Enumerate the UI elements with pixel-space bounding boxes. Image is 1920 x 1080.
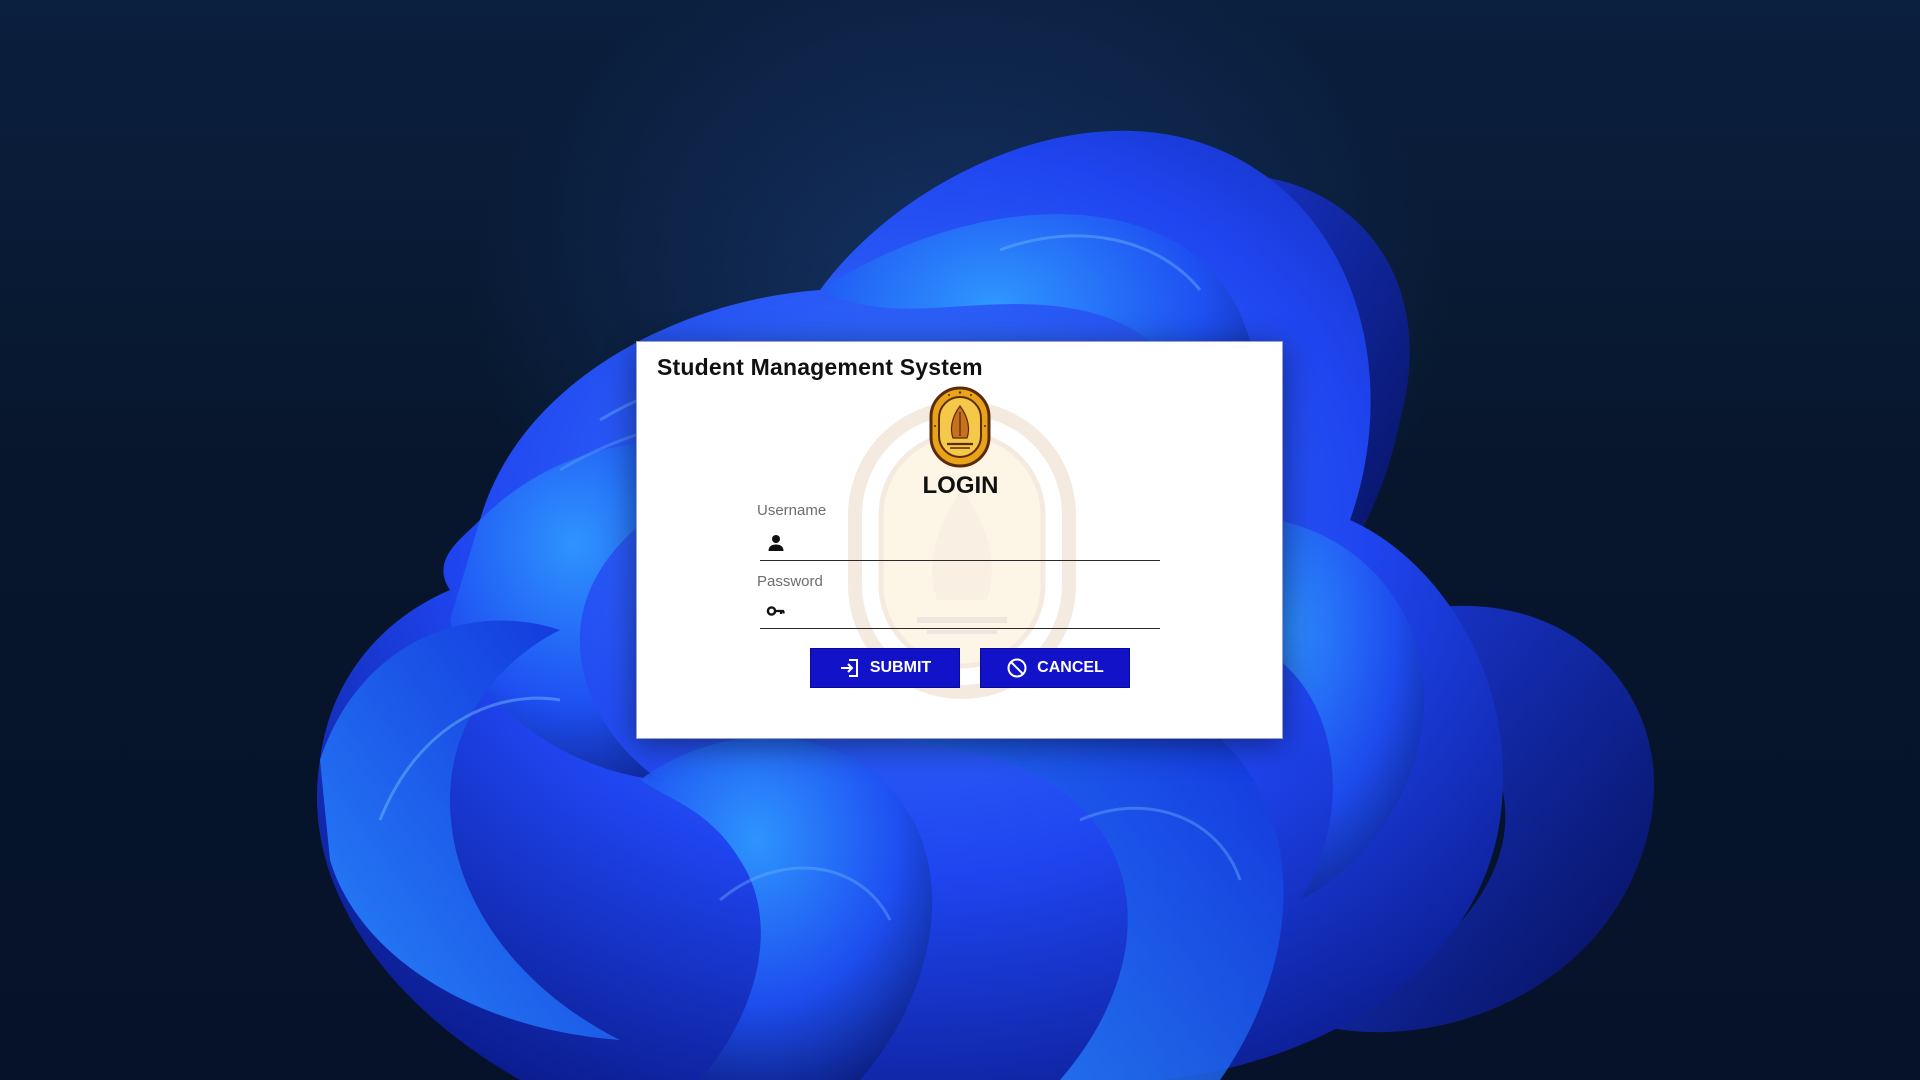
cancel-button[interactable]: CANCEL xyxy=(980,648,1130,688)
password-input[interactable] xyxy=(794,597,1158,627)
password-label: Password xyxy=(757,573,823,590)
username-field[interactable] xyxy=(760,525,1160,561)
login-arrow-icon xyxy=(840,659,858,677)
username-input[interactable] xyxy=(794,529,1158,559)
submit-button[interactable]: SUBMIT xyxy=(810,648,960,688)
cancel-button-label: CANCEL xyxy=(1037,659,1104,676)
login-window: Student Management System LOGIN Username xyxy=(636,341,1283,739)
username-label: Username xyxy=(757,502,827,519)
key-icon xyxy=(766,606,785,616)
submit-button-label: SUBMIT xyxy=(869,659,932,676)
desktop-background: Student Management System LOGIN Username xyxy=(0,0,1920,1080)
prohibited-icon xyxy=(1007,658,1027,678)
university-crest-logo xyxy=(929,386,991,468)
login-heading: LOGIN xyxy=(922,472,999,499)
user-icon xyxy=(768,535,784,551)
window-title: Student Management System xyxy=(657,354,983,380)
password-field[interactable] xyxy=(760,593,1160,629)
